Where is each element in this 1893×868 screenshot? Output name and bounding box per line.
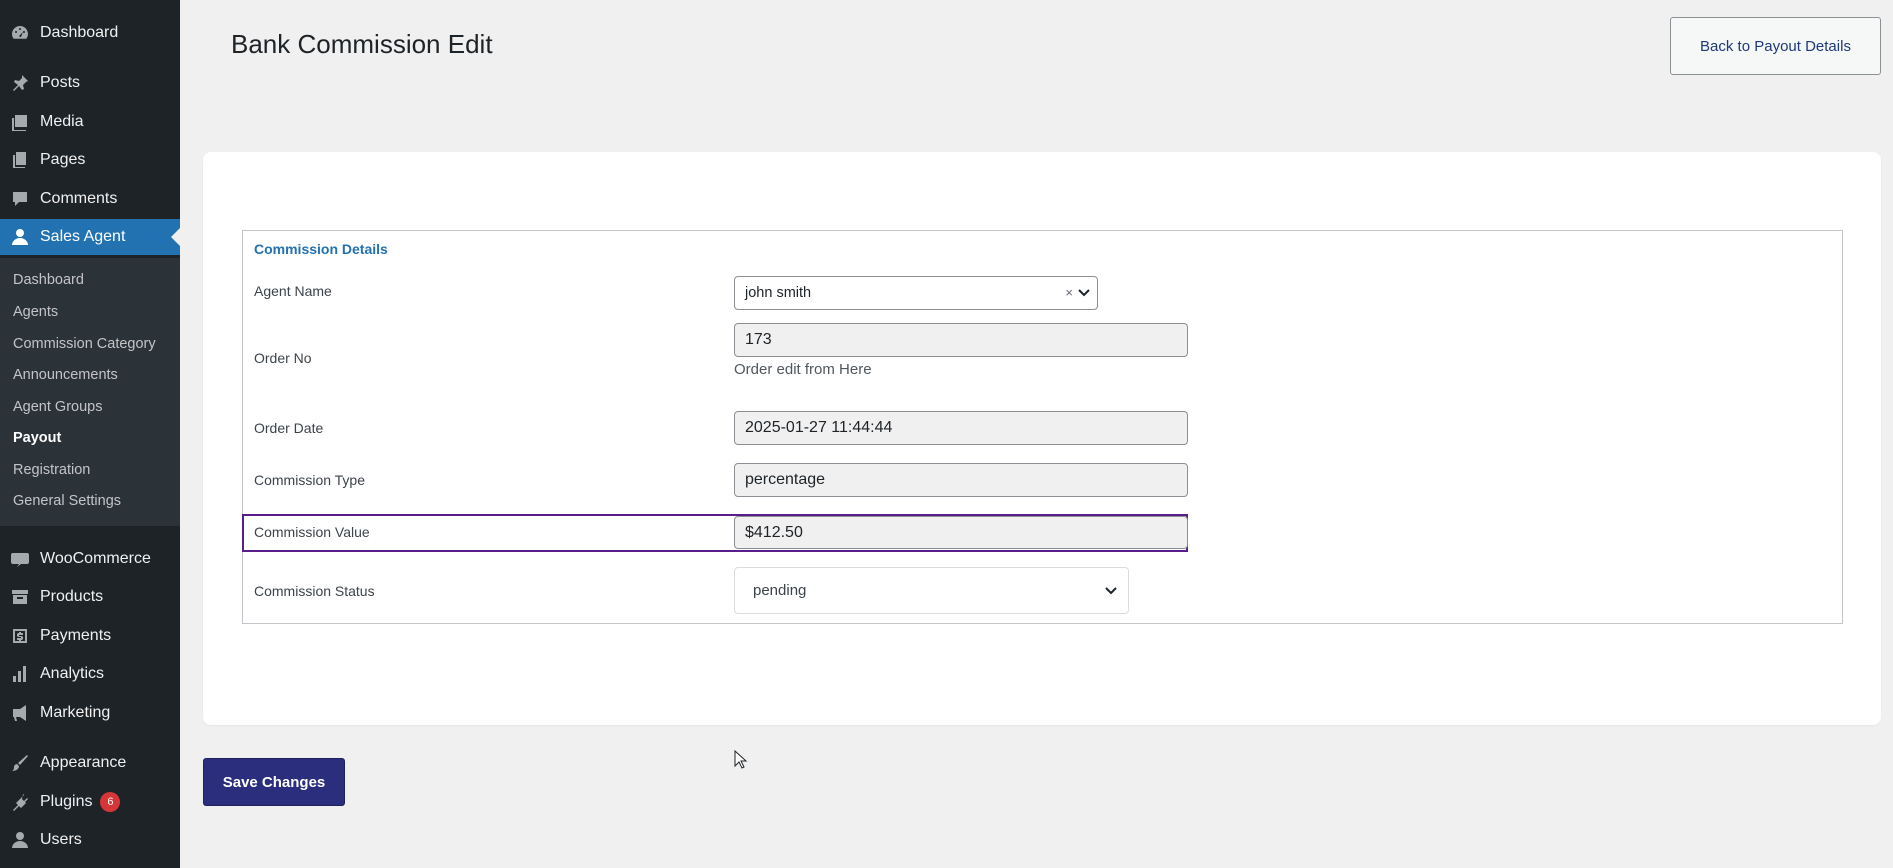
menu-label: Comments [40, 190, 118, 207]
menu-item-dashboard[interactable]: Dashboard [0, 15, 180, 51]
mouse-cursor-icon [734, 750, 748, 769]
plugins-update-badge: 6 [100, 792, 121, 812]
plug-icon [9, 791, 31, 813]
megaphone-icon [9, 702, 31, 724]
submenu-item-registration[interactable]: Registration [13, 462, 90, 478]
agent-name-value: john smith [745, 285, 812, 301]
submenu-item-agent-groups[interactable]: Agent Groups [13, 399, 102, 415]
menu-item-pages[interactable]: Pages [0, 142, 180, 178]
submenu-item-dashboard[interactable]: Dashboard [13, 272, 84, 288]
menu-item-payments[interactable]: Payments [0, 618, 180, 654]
brush-icon [9, 752, 31, 774]
submenu-item-payout[interactable]: Payout [13, 430, 61, 446]
menu-item-analytics[interactable]: Analytics [0, 656, 180, 692]
menu-item-products[interactable]: Products [0, 579, 180, 615]
chevron-down-icon [1078, 289, 1090, 297]
menu-item-woocommerce[interactable]: WooCommerce [0, 541, 180, 577]
clear-selection-icon[interactable]: × [1065, 285, 1073, 300]
order-date-label: Order Date [254, 420, 324, 436]
menu-item-media[interactable]: Media [0, 104, 180, 140]
chevron-down-icon [1105, 587, 1117, 595]
menu-label: Media [40, 113, 84, 130]
commission-value-label: Commission Value [254, 524, 370, 540]
menu-label: Analytics [40, 665, 105, 682]
order-edit-hint[interactable]: Order edit from Here [734, 361, 872, 378]
menu-label: Payments [40, 627, 112, 644]
menu-item-posts[interactable]: Posts [0, 65, 180, 101]
menu-label: Posts [40, 74, 81, 91]
menu-label: Products [40, 588, 104, 605]
page-title: Bank Commission Edit [231, 29, 493, 59]
current-menu-arrow [171, 228, 180, 246]
bar-chart-icon [9, 663, 31, 685]
user-icon [9, 829, 31, 851]
menu-label: Dashboard [40, 24, 119, 41]
commission-type-label: Commission Type [254, 472, 366, 488]
menu-item-marketing[interactable]: Marketing [0, 695, 180, 731]
menu-item-sales-agent[interactable]: Sales Agent [0, 219, 180, 255]
submenu-item-agents[interactable]: Agents [13, 304, 58, 320]
menu-item-comments[interactable]: Comments [0, 181, 180, 217]
save-changes-button[interactable]: Save Changes [203, 758, 345, 806]
menu-item-users[interactable]: Users [0, 822, 180, 858]
user-icon [9, 226, 31, 248]
submenu-item-commission-category[interactable]: Commission Category [13, 336, 156, 352]
menu-label: Sales Agent [40, 228, 126, 245]
comment-icon [9, 188, 31, 210]
menu-label: Appearance [40, 754, 127, 771]
submenu-item-announcements[interactable]: Announcements [13, 367, 118, 383]
pin-icon [9, 72, 31, 94]
commission-status-label: Commission Status [254, 583, 375, 599]
menu-label: Pages [40, 151, 86, 168]
order-date-field[interactable]: 2025-01-27 11:44:44 [734, 411, 1188, 445]
agent-name-select[interactable]: john smith × [734, 276, 1098, 310]
agent-name-label: Agent Name [254, 283, 332, 299]
woo-icon [9, 548, 31, 570]
order-no-field[interactable]: 173 [734, 323, 1188, 357]
commission-type-field[interactable]: percentage [734, 463, 1188, 497]
commission-details-legend: Commission Details [254, 241, 388, 257]
order-no-label: Order No [254, 350, 312, 366]
sales-agent-submenu: Dashboard Agents Commission Category Ann… [0, 258, 180, 526]
commission-status-value: pending [753, 582, 807, 599]
menu-label: WooCommerce [40, 550, 151, 567]
menu-item-plugins[interactable]: Plugins 6 [0, 784, 180, 820]
dollar-icon [9, 625, 31, 647]
admin-sidebar: Dashboard Posts Media Pages Comments Sal… [0, 0, 180, 868]
commission-value-field[interactable]: $412.50 [734, 516, 1188, 549]
archive-icon [9, 586, 31, 608]
menu-label: Users [40, 831, 82, 848]
submenu-item-general-settings[interactable]: General Settings [13, 493, 121, 509]
menu-item-appearance[interactable]: Appearance [0, 745, 180, 781]
back-to-payout-details-button[interactable]: Back to Payout Details [1670, 17, 1881, 75]
menu-label: Plugins [40, 793, 93, 810]
media-icon [9, 111, 31, 133]
menu-label: Marketing [40, 704, 111, 721]
dashboard-icon [9, 22, 31, 44]
commission-status-select[interactable]: pending [734, 567, 1129, 614]
pages-icon [9, 149, 31, 171]
